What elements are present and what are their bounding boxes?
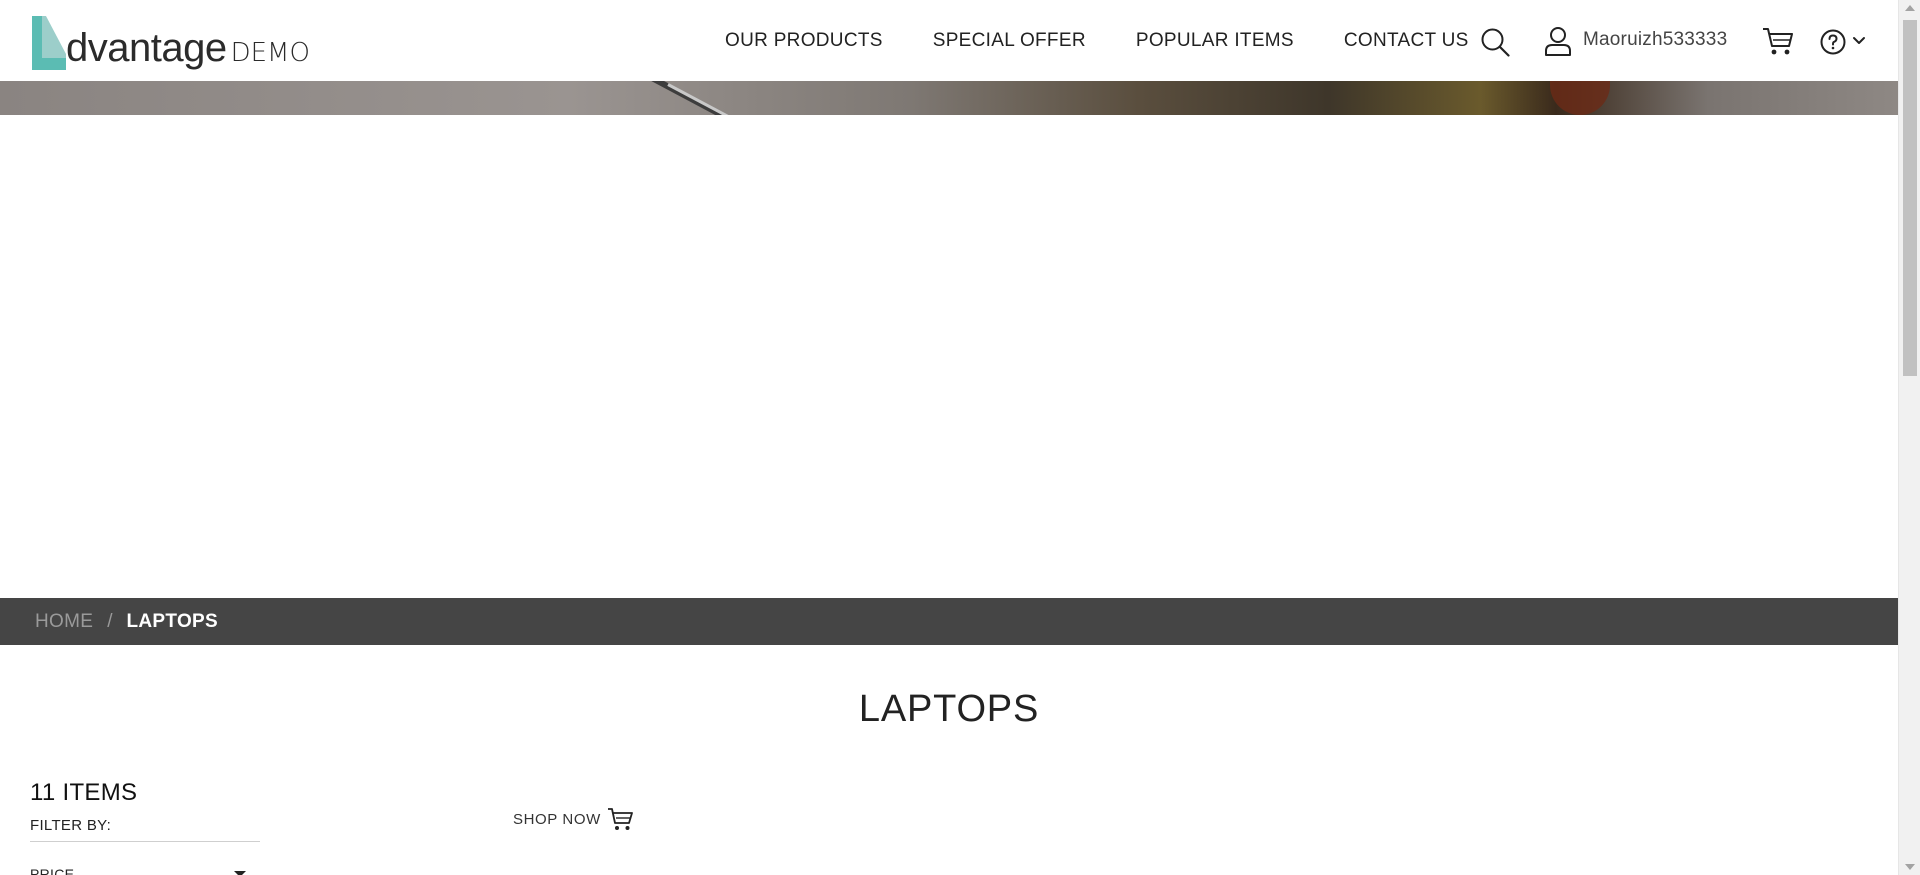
help-icon[interactable] <box>1820 29 1846 55</box>
nav-popular-items[interactable]: POPULAR ITEMS <box>1136 30 1294 52</box>
nav-special-offer[interactable]: SPECIAL OFFER <box>933 30 1086 52</box>
page-scrollbar[interactable] <box>1898 0 1920 875</box>
hero-image-detail <box>1550 81 1610 115</box>
nav-contact-us[interactable]: CONTACT US <box>1344 30 1469 52</box>
scroll-up-arrow-icon[interactable] <box>1905 5 1915 11</box>
logo-suffix: DEMO <box>230 38 310 68</box>
search-icon[interactable] <box>1480 27 1510 57</box>
price-filter-label[interactable]: PRICE <box>30 866 74 875</box>
breadcrumb-home-link[interactable]: HOME <box>35 611 93 633</box>
chevron-down-icon[interactable] <box>1852 34 1866 46</box>
hero-banner <box>0 81 1898 115</box>
breadcrumb-current: LAPTOPS <box>126 610 218 632</box>
breadcrumb: HOME / LAPTOPS <box>0 598 1898 645</box>
cart-icon <box>607 806 633 832</box>
items-count: 11 ITEMS <box>30 779 138 806</box>
shop-now-button[interactable]: SHOP NOW <box>513 806 633 832</box>
cart-icon[interactable] <box>1762 26 1794 56</box>
scroll-down-arrow-icon[interactable] <box>1905 864 1915 870</box>
logo-mark-icon <box>28 14 70 72</box>
hero-image-detail <box>667 83 775 115</box>
page: dvantage DEMO OUR PRODUCTS SPECIAL OFFER… <box>0 0 1920 875</box>
nav-our-products[interactable]: OUR PRODUCTS <box>725 30 883 52</box>
breadcrumb-separator: / <box>107 610 113 632</box>
filter-divider <box>30 841 260 842</box>
logo-text: dvantage <box>66 26 227 70</box>
page-title: LAPTOPS <box>858 688 1040 730</box>
shop-now-label: SHOP NOW <box>513 810 601 828</box>
main-nav: OUR PRODUCTS SPECIAL OFFER POPULAR ITEMS… <box>725 30 1469 52</box>
logo[interactable]: dvantage DEMO <box>28 12 310 72</box>
scrollbar-thumb[interactable] <box>1903 20 1917 376</box>
price-filter-toggle-icon[interactable] <box>234 871 246 875</box>
username[interactable]: Maoruizh533333 <box>1583 29 1727 51</box>
user-icon[interactable] <box>1544 26 1572 56</box>
site-header: dvantage DEMO OUR PRODUCTS SPECIAL OFFER… <box>0 0 1898 81</box>
filter-by-label: FILTER BY: <box>30 817 112 834</box>
